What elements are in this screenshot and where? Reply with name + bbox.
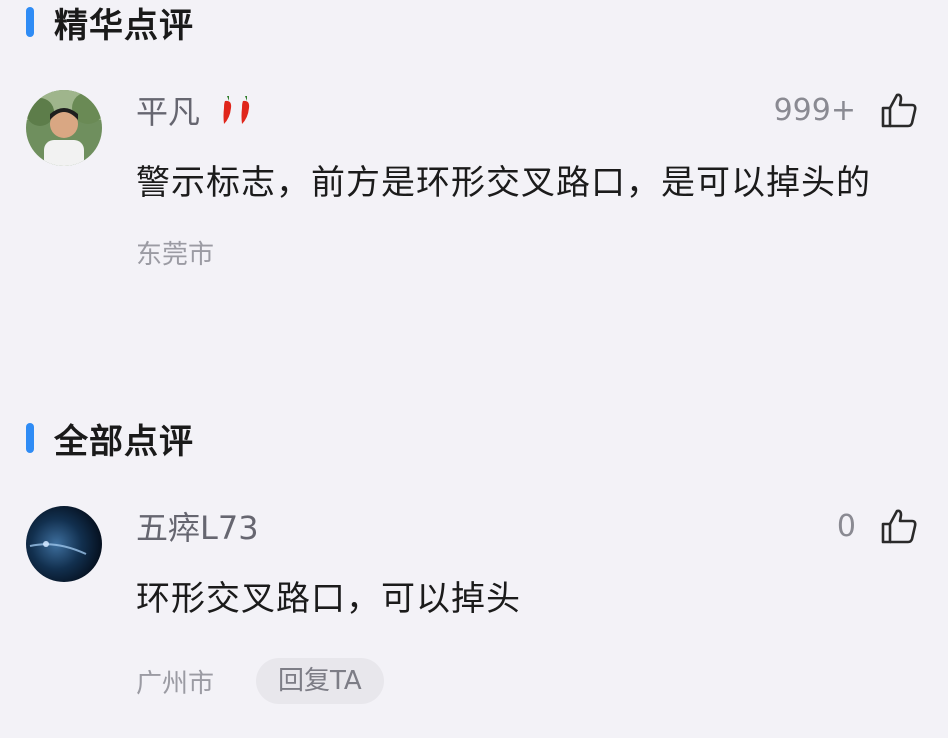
section-title-featured: 精华点评 bbox=[54, 5, 194, 46]
comment-text: 环形交叉路口，可以掉头 bbox=[136, 579, 521, 619]
location-label: 东莞市 bbox=[136, 240, 215, 270]
username[interactable]: 五瘁L73 bbox=[136, 503, 259, 549]
section-title-all: 全部点评 bbox=[54, 421, 194, 462]
location-label: 广州市 bbox=[136, 668, 215, 699]
comment-text: 警示标志，前方是环形交叉路口，是可以掉头的 bbox=[136, 163, 871, 203]
section-header-featured: 精华点评 bbox=[26, 0, 194, 46]
like-control[interactable]: 0 bbox=[837, 506, 918, 546]
like-count: 999+ bbox=[773, 92, 856, 128]
section-header-all: 全部点评 bbox=[26, 416, 194, 462]
avatar[interactable] bbox=[26, 506, 102, 582]
like-control[interactable]: 999+ bbox=[774, 90, 918, 130]
section-accent-bar bbox=[26, 423, 34, 453]
section-accent-bar bbox=[26, 7, 34, 37]
username[interactable]: 平凡 bbox=[136, 87, 200, 133]
reply-button[interactable]: 回复TA bbox=[256, 658, 384, 704]
thumbs-up-icon[interactable] bbox=[880, 91, 918, 129]
chili-pepper-icon bbox=[220, 94, 256, 126]
thumbs-up-icon[interactable] bbox=[880, 507, 918, 545]
avatar[interactable] bbox=[26, 90, 102, 166]
like-count: 0 bbox=[836, 508, 856, 544]
